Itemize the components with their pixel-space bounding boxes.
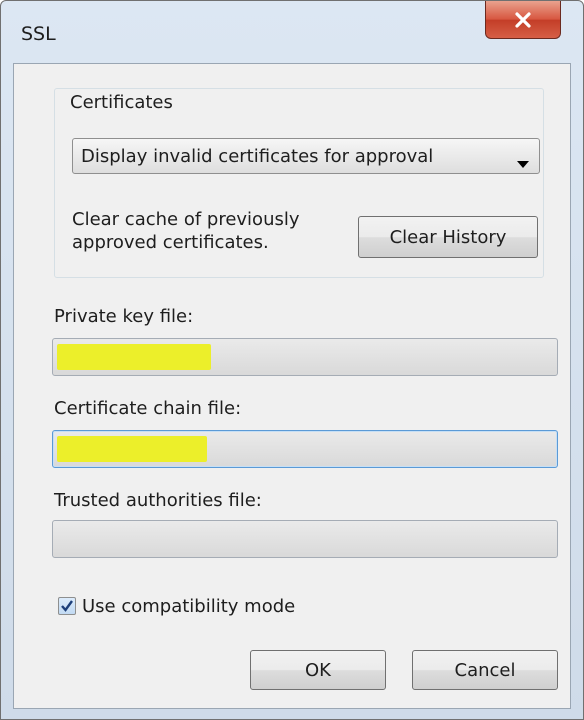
close-button[interactable] xyxy=(485,1,561,39)
certificates-group-label: Certificates xyxy=(66,92,177,113)
highlight-mark xyxy=(57,344,211,370)
ok-button[interactable]: OK xyxy=(250,650,386,690)
compatibility-mode-row[interactable]: Use compatibility mode xyxy=(58,594,295,618)
ssl-dialog: SSL Certificates Display invalid certifi… xyxy=(0,0,584,720)
trusted-authorities-input[interactable] xyxy=(52,520,558,558)
clear-cache-description: Clear cache of previously approved certi… xyxy=(72,209,300,253)
clear-history-button[interactable]: Clear History xyxy=(358,216,538,258)
dialog-content: Certificates Display invalid certificate… xyxy=(13,63,571,709)
certificate-chain-label: Certificate chain file: xyxy=(54,398,242,419)
compatibility-checkbox[interactable] xyxy=(58,597,76,615)
close-icon xyxy=(512,11,534,28)
highlight-mark xyxy=(57,436,207,462)
private-key-input[interactable] xyxy=(52,338,558,376)
trusted-authorities-label: Trusted authorities file: xyxy=(54,490,262,511)
compatibility-label: Use compatibility mode xyxy=(82,595,296,617)
certificate-policy-dropdown[interactable]: Display invalid certificates for approva… xyxy=(72,138,540,174)
dropdown-selected-value: Display invalid certificates for approva… xyxy=(81,146,434,167)
checkmark-icon xyxy=(61,600,73,612)
chevron-down-icon xyxy=(517,153,529,174)
certificate-chain-input[interactable] xyxy=(52,430,558,468)
cancel-button[interactable]: Cancel xyxy=(412,650,558,690)
private-key-label: Private key file: xyxy=(54,306,194,327)
dialog-title: SSL xyxy=(21,23,56,45)
